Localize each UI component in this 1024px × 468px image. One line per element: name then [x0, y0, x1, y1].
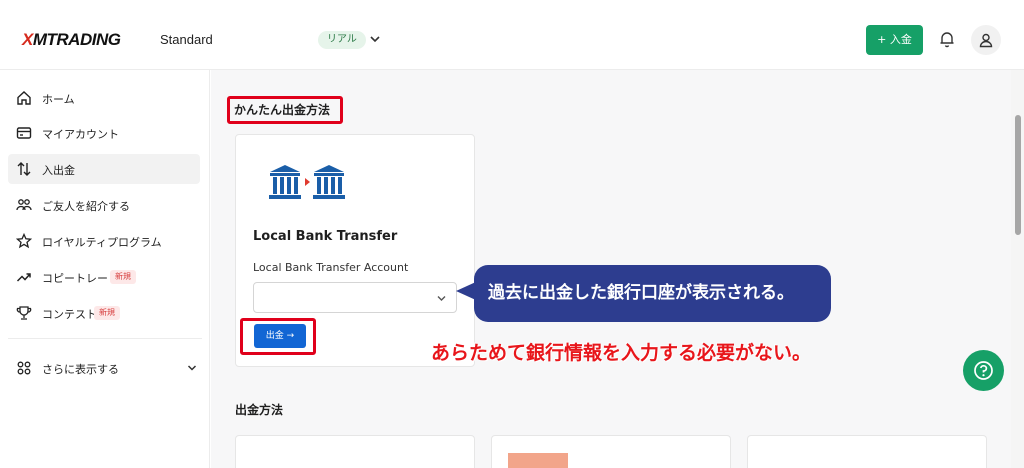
sidebar-item-label: マイアカウント [42, 128, 119, 141]
withdrawal-methods-title: 出金方法 [235, 403, 284, 417]
sidebar-more-label: さらに表示する [42, 363, 119, 376]
sidebar: ホーム マイアカウント 入出金 ご友人を紹介する ロイヤルティプログラム コピー… [0, 70, 210, 468]
sidebar-item-loyalty[interactable]: ロイヤルティプログラム [8, 226, 200, 256]
callout-bubble: 過去に出金した銀行口座が表示される。 [474, 265, 831, 322]
chevron-down-icon [187, 365, 197, 371]
people-icon [16, 199, 32, 211]
account-type-label[interactable]: Standard [160, 32, 213, 47]
scrollbar-thumb[interactable] [1015, 115, 1021, 235]
sidebar-item-copy-trade[interactable]: コピートレード 新規 [8, 262, 200, 292]
bank-account-label: Local Bank Transfer Account [253, 261, 409, 274]
bank-transfer-icon [269, 165, 345, 199]
account-real-badge: リアル [318, 31, 366, 49]
bank-account-select[interactable] [253, 282, 457, 313]
wallet-icon [16, 127, 32, 139]
sidebar-item-label: ロイヤルティプログラム [42, 236, 162, 249]
easy-withdrawal-title: かんたん出金方法 [234, 103, 331, 117]
method-card[interactable] [747, 435, 987, 468]
new-badge: 新規 [94, 306, 120, 320]
user-icon [979, 33, 993, 48]
top-header: XMTRADING Standard リアル + 入金 [0, 0, 1024, 70]
sidebar-item-label: コンテスト [42, 308, 97, 321]
question-icon [974, 361, 993, 380]
highlight-box [240, 318, 316, 355]
sidebar-item-label: ホーム [42, 93, 75, 106]
chevron-down-icon [437, 296, 446, 301]
sidebar-item-contest[interactable]: コンテスト 新規 [8, 298, 200, 328]
sidebar-item-my-account[interactable]: マイアカウント [8, 118, 200, 148]
new-badge: 新規 [110, 270, 136, 284]
card-title: Local Bank Transfer [253, 229, 398, 244]
method-card[interactable] [235, 435, 475, 468]
user-menu-button[interactable] [971, 25, 1001, 55]
sidebar-item-label: ご友人を紹介する [42, 200, 130, 213]
annotation-note: あらためて銀行情報を入力する必要がない。 [431, 342, 812, 364]
method-thumbnail [508, 453, 568, 468]
chevron-down-icon[interactable] [368, 32, 382, 46]
sidebar-item-refer-friend[interactable]: ご友人を紹介する [8, 190, 200, 220]
grid-icon [17, 361, 31, 375]
deposit-button[interactable]: + 入金 [866, 25, 923, 55]
trend-up-icon [16, 273, 31, 282]
star-icon [16, 233, 32, 249]
transfer-arrows-icon [17, 162, 31, 176]
home-icon [17, 91, 31, 105]
sidebar-item-label: 入出金 [42, 164, 75, 177]
trophy-icon [16, 306, 32, 320]
bell-icon[interactable] [938, 30, 956, 48]
sidebar-item-deposit-withdraw[interactable]: 入出金 [8, 154, 200, 184]
help-button[interactable] [963, 350, 1004, 391]
xm-logo[interactable]: XMTRADING [22, 30, 121, 50]
sidebar-divider [8, 338, 202, 339]
sidebar-show-more[interactable]: さらに表示する [8, 353, 200, 383]
sidebar-item-home[interactable]: ホーム [8, 83, 200, 113]
sidebar-item-label: コピートレード [42, 272, 119, 285]
